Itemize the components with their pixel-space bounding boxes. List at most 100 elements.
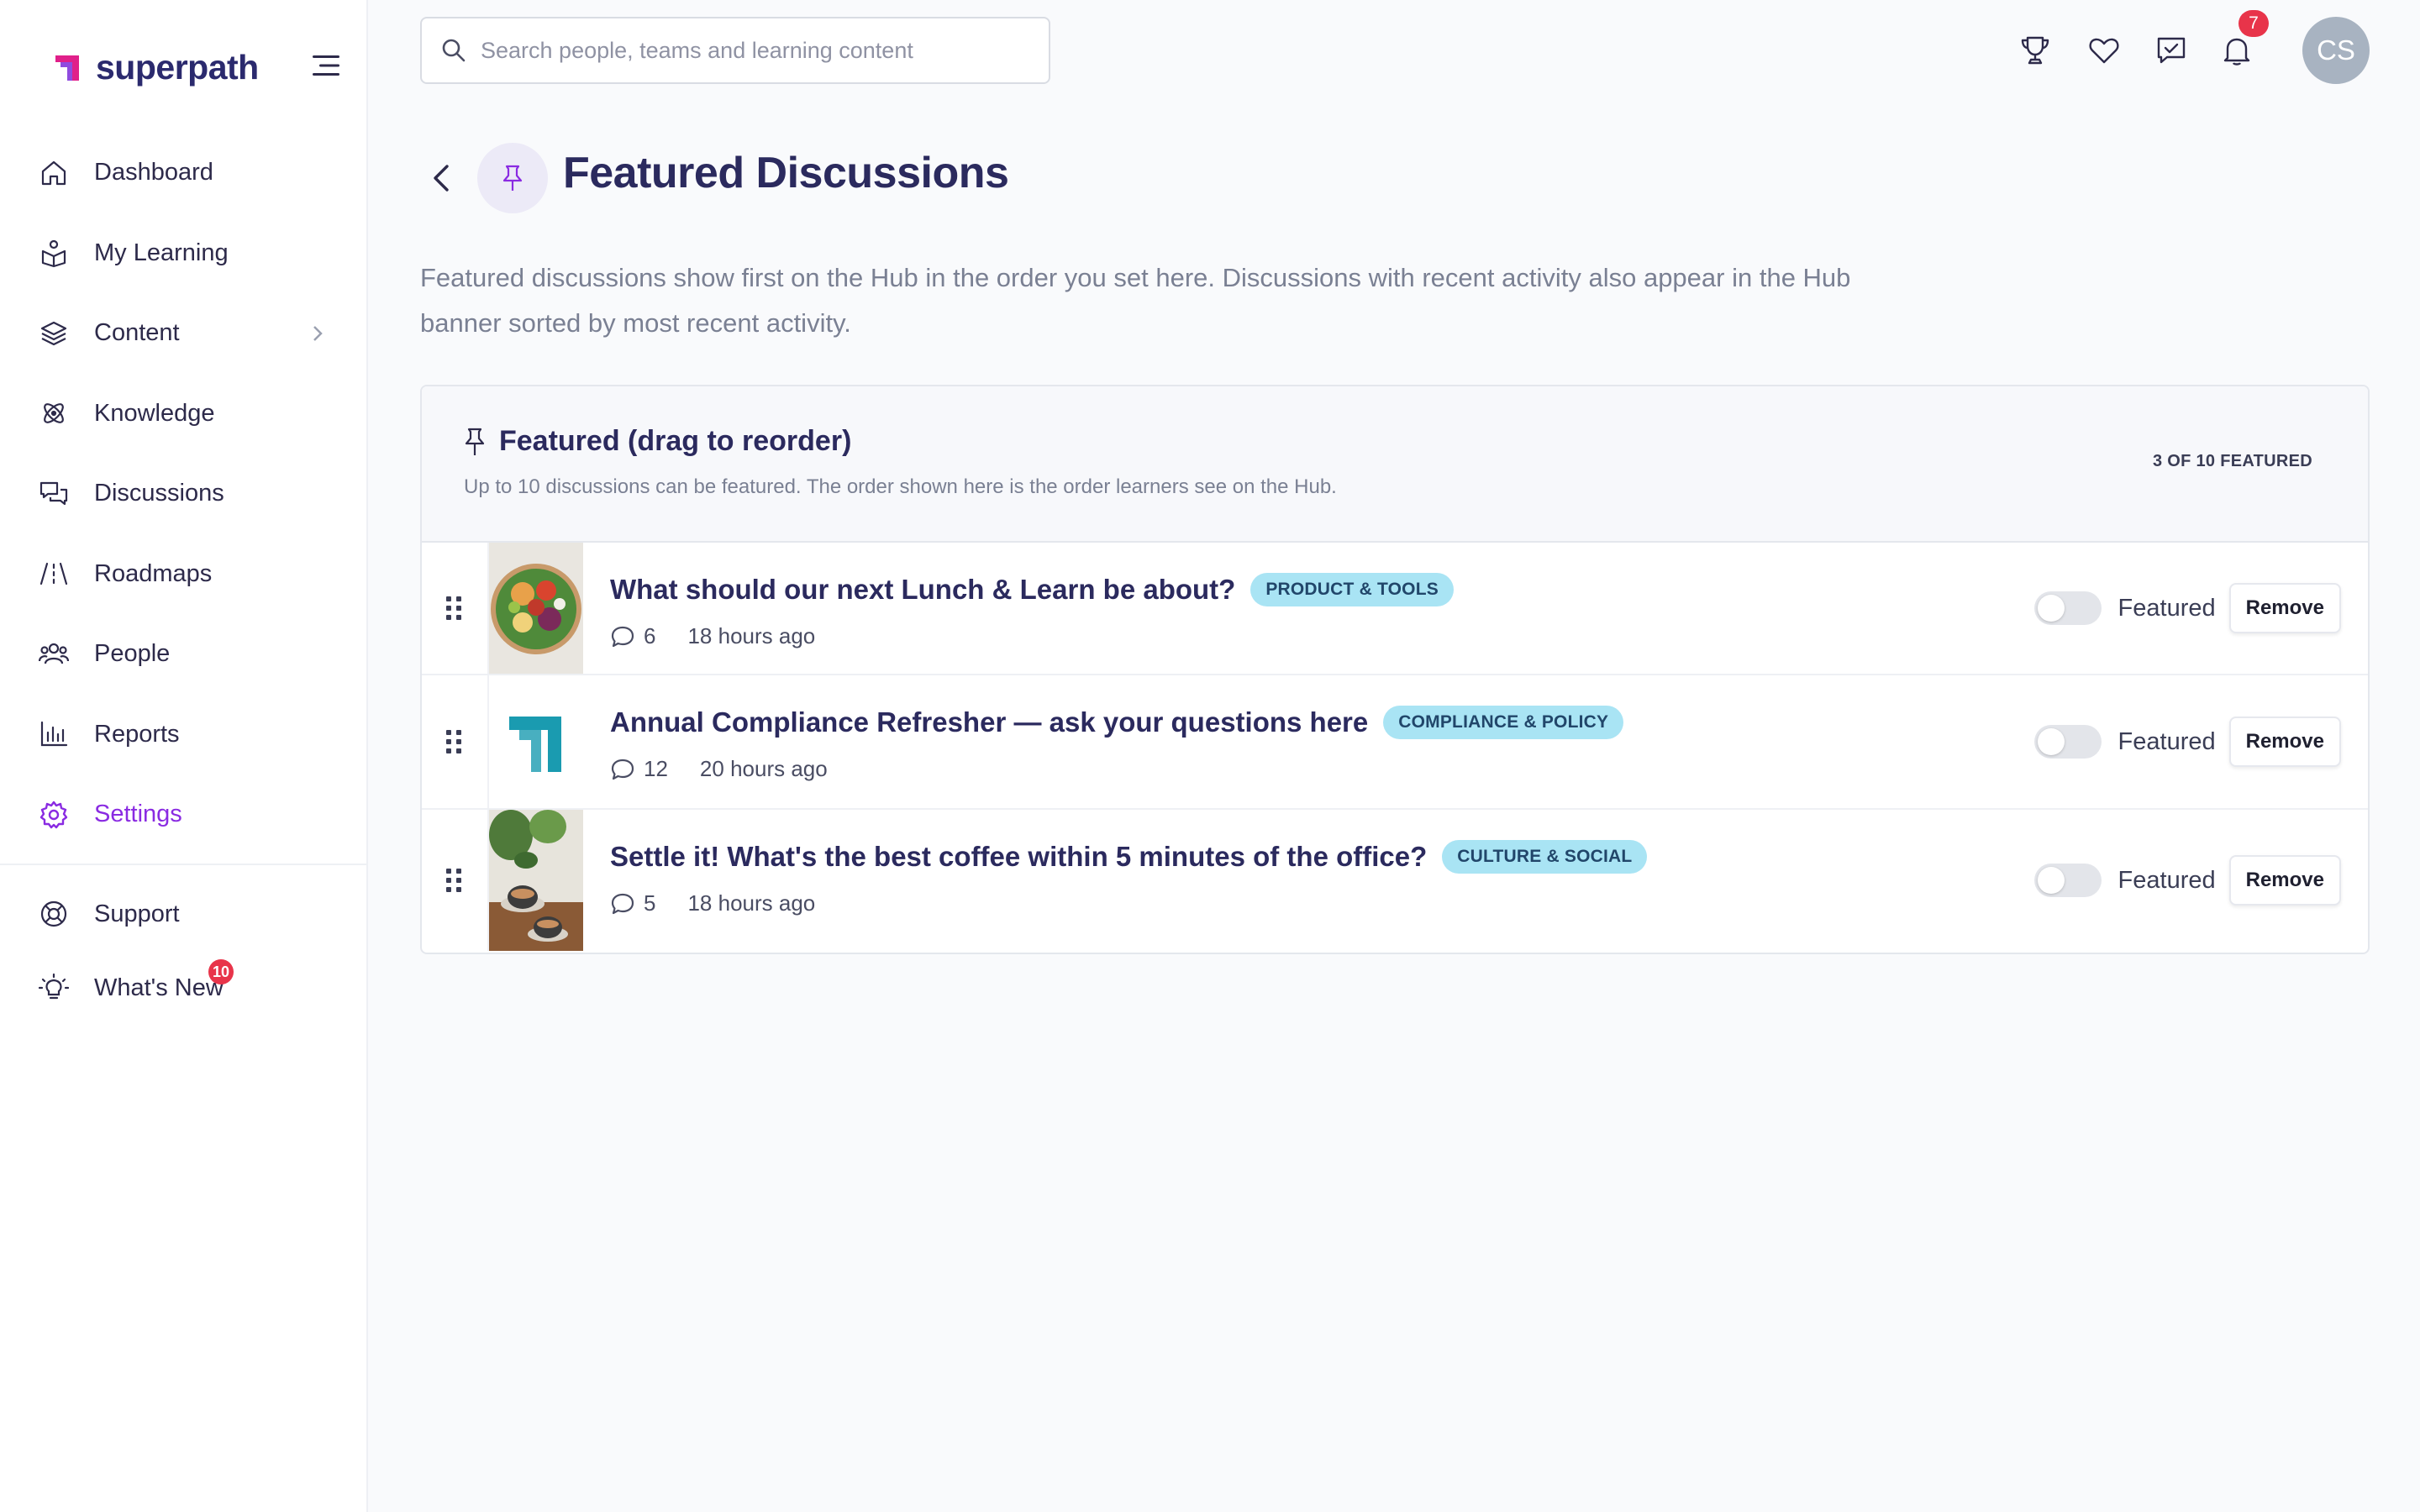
lightbulb-icon [37, 971, 71, 1005]
featured-count-label: 3 OF 10 FEATURED [2152, 452, 2312, 470]
remove-button[interactable]: Remove [2228, 583, 2341, 633]
featured-discussions-card: Featured (drag to reorder) Up to 10 disc… [420, 385, 2370, 954]
bar-chart-icon [37, 717, 71, 751]
sidebar-item-support[interactable]: Support [0, 877, 366, 951]
brand-name: superpath [96, 47, 259, 87]
superpath-logo-image [489, 675, 583, 808]
drag-grip-icon [446, 596, 461, 620]
layers-icon [37, 317, 71, 350]
sidebar-item-label: What's New [94, 974, 224, 1001]
sidebar-item-label: Discussions [94, 480, 224, 507]
sidebar-item-my-learning[interactable]: My Learning [0, 213, 366, 294]
chevron-right-icon [313, 325, 323, 341]
drag-handle[interactable] [422, 675, 489, 808]
remove-button[interactable]: Remove [2228, 855, 2341, 906]
last-activity-time: 20 hours ago [699, 756, 828, 781]
sidebar-item-label: Roadmaps [94, 559, 213, 587]
comment-icon [611, 626, 634, 647]
sidebar-item-settings[interactable]: Settings [0, 774, 366, 855]
page-icon-badge [477, 143, 548, 213]
message-check-icon [2157, 37, 2186, 64]
sidebar: superpath Dashboard My Learning Content [0, 0, 368, 1512]
discussion-row[interactable]: Settle it! What's the best coffee within… [422, 810, 2368, 951]
discussion-thumbnail [489, 810, 583, 951]
page-description: Featured discussions show first on the H… [420, 263, 1851, 338]
gear-icon [37, 798, 71, 832]
sidebar-item-label: My Learning [94, 239, 229, 266]
comment-icon [611, 893, 634, 914]
global-search[interactable] [420, 17, 1050, 84]
sidebar-item-label: Reports [94, 720, 180, 748]
card-subtitle: Up to 10 discussions can be featured. Th… [464, 475, 1337, 498]
collapse-menu-icon[interactable] [309, 52, 343, 79]
discussion-title[interactable]: Annual Compliance Refresher — ask your q… [610, 706, 1368, 738]
card-title: Featured (drag to reorder) [499, 425, 852, 457]
featured-toggle-label: Featured [2118, 866, 2216, 894]
discussion-thumbnail [489, 543, 583, 674]
home-icon [37, 156, 71, 190]
user-avatar[interactable]: CS [2302, 17, 2370, 84]
sidebar-item-reports[interactable]: Reports [0, 695, 366, 775]
comment-count: 12 [644, 756, 668, 781]
discussion-info: Settle it! What's the best coffee within… [583, 810, 2368, 951]
sidebar-item-label: Dashboard [94, 159, 213, 186]
whats-new-count-badge: 10 [208, 959, 234, 984]
sidebar-item-label: People [94, 640, 171, 668]
drag-grip-icon [446, 730, 461, 753]
sidebar-item-label: Content [94, 319, 180, 347]
notification-count-badge: 7 [2238, 10, 2269, 37]
back-arrow-icon[interactable] [425, 160, 459, 197]
featured-toggle[interactable] [2033, 864, 2102, 897]
heart-icon [2089, 38, 2119, 64]
comment-count: 5 [644, 890, 656, 916]
secondary-nav: Support What's New 10 [0, 877, 366, 1025]
people-icon [37, 638, 71, 671]
superpath-logo[interactable]: superpath [50, 47, 259, 87]
sidebar-item-roadmaps[interactable]: Roadmaps [0, 534, 366, 615]
lifebuoy-icon [37, 897, 71, 931]
category-tag: PRODUCT & TOOLS [1250, 573, 1454, 606]
sidebar-item-label: Knowledge [94, 399, 215, 427]
drag-grip-icon [446, 869, 461, 892]
sidebar-item-knowledge[interactable]: Knowledge [0, 374, 366, 454]
atom-icon [37, 396, 71, 430]
remove-button[interactable]: Remove [2228, 717, 2341, 767]
pin-icon [465, 428, 485, 455]
trophy-icon [2021, 36, 2049, 65]
discussion-title[interactable]: Settle it! What's the best coffee within… [610, 841, 1427, 873]
drag-handle[interactable] [422, 810, 489, 951]
sidebar-item-people[interactable]: People [0, 614, 366, 695]
featured-toggle-label: Featured [2118, 727, 2216, 755]
main-nav: Dashboard My Learning Content Knowledge [0, 133, 366, 855]
discussion-info: Annual Compliance Refresher — ask your q… [583, 675, 2368, 808]
last-activity-time: 18 hours ago [687, 623, 816, 648]
discussion-row[interactable]: What should our next Lunch & Learn be ab… [422, 543, 2368, 675]
coffee-cups-image [489, 810, 583, 951]
sidebar-item-content[interactable]: Content [0, 293, 366, 374]
road-icon [37, 557, 71, 591]
sidebar-item-discussions[interactable]: Discussions [0, 454, 366, 534]
notifications-button[interactable] [2218, 32, 2255, 69]
superpath-logo-icon [55, 55, 79, 81]
last-activity-time: 18 hours ago [687, 890, 816, 916]
featured-toggle[interactable] [2033, 591, 2102, 625]
comment-count: 6 [644, 623, 656, 648]
discussion-row[interactable]: Annual Compliance Refresher — ask your q… [422, 675, 2368, 810]
messages-button[interactable] [2153, 32, 2190, 69]
chat-bubbles-icon [37, 477, 71, 511]
bell-icon [2223, 38, 2250, 66]
discussion-title[interactable]: What should our next Lunch & Learn be ab… [610, 574, 1235, 606]
comment-icon [611, 759, 634, 780]
category-tag: CULTURE & SOCIAL [1442, 840, 1648, 874]
pin-icon [502, 165, 523, 191]
sidebar-item-dashboard[interactable]: Dashboard [0, 133, 366, 213]
sidebar-item-whats-new[interactable]: What's New 10 [0, 951, 366, 1025]
category-tag: COMPLIANCE & POLICY [1383, 706, 1624, 739]
drag-handle[interactable] [422, 543, 489, 674]
featured-toggle-label: Featured [2118, 594, 2216, 622]
achievements-button[interactable] [2017, 32, 2054, 69]
favorites-button[interactable] [2086, 32, 2123, 69]
sidebar-item-label: Support [94, 900, 180, 927]
featured-toggle[interactable] [2033, 725, 2102, 759]
search-input[interactable] [481, 37, 1018, 64]
